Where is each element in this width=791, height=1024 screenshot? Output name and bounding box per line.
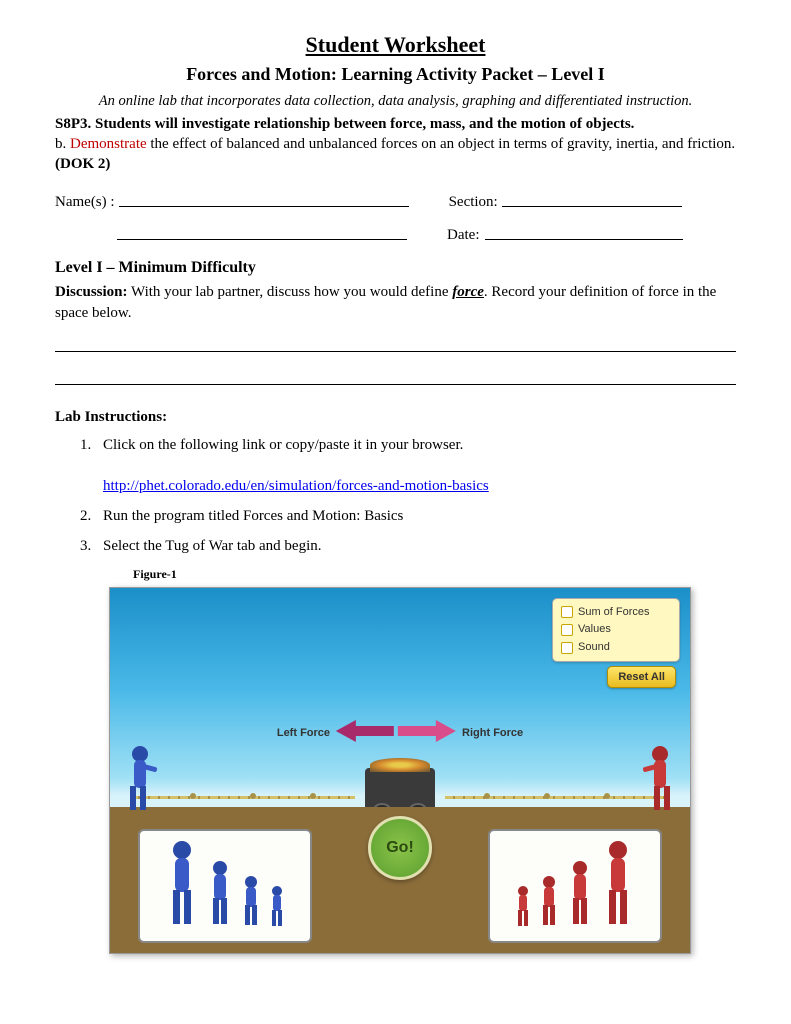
blue-puller-icon[interactable] xyxy=(239,876,263,934)
blue-puller-icon[interactable] xyxy=(163,840,201,934)
standard-line: S8P3. Students will investigate relation… xyxy=(55,114,736,175)
left-force-label: Left Force xyxy=(277,726,330,741)
section-blank[interactable] xyxy=(502,192,682,207)
section-label: Section: xyxy=(449,192,498,212)
rope-left xyxy=(130,796,355,799)
discussion-block: Discussion: With your lab partner, discu… xyxy=(55,282,736,323)
option-sum-of-forces[interactable]: Sum of Forces xyxy=(561,605,671,620)
option-values[interactable]: Values xyxy=(561,622,671,637)
date-label: Date: xyxy=(447,225,479,245)
instruction-3: Select the Tug of War tab and begin. xyxy=(95,536,736,556)
names-label: Name(s) : xyxy=(55,192,115,212)
rope-knot xyxy=(250,793,256,799)
instruction-2: Run the program titled Forces and Motion… xyxy=(95,506,736,526)
instruction-list: Click on the following link or copy/past… xyxy=(95,435,736,556)
force-arrows-icon xyxy=(336,718,456,750)
sub-rest: the effect of balanced and unbalanced fo… xyxy=(147,136,736,152)
page-subtitle: Forces and Motion: Learning Activity Pac… xyxy=(55,62,736,86)
level-heading: Level I – Minimum Difficulty xyxy=(55,257,736,279)
step1-text: Click on the following link or copy/past… xyxy=(103,437,463,453)
instruction-1: Click on the following link or copy/past… xyxy=(95,435,736,496)
rope-knot xyxy=(190,793,196,799)
reset-all-button[interactable]: Reset All xyxy=(607,666,676,689)
force-indicator: Left Force Right Force xyxy=(277,718,523,750)
red-puller-icon[interactable] xyxy=(537,876,561,934)
phet-link[interactable]: http://phet.colorado.edu/en/simulation/f… xyxy=(103,478,489,494)
answer-line-1[interactable] xyxy=(55,337,736,352)
blue-puller-icon[interactable] xyxy=(267,886,287,934)
discussion-label: Discussion: xyxy=(55,284,128,300)
checkbox-icon xyxy=(561,624,573,636)
page-description: An online lab that incorporates data col… xyxy=(55,92,736,112)
force-word: force xyxy=(452,284,484,300)
dok-label: (DOK 2) xyxy=(55,156,110,172)
discussion-text-1: With your lab partner, discuss how you w… xyxy=(128,284,453,300)
checkbox-icon xyxy=(561,606,573,618)
standard-code: S8P3. Students will investigate relation… xyxy=(55,116,634,132)
date-blank[interactable] xyxy=(485,225,683,240)
options-panel: Sum of Forces Values Sound xyxy=(552,598,680,663)
blue-team-bench xyxy=(138,829,312,943)
rope-right xyxy=(445,796,670,799)
checkbox-icon xyxy=(561,642,573,654)
option-sound[interactable]: Sound xyxy=(561,640,671,655)
rope-knot xyxy=(310,793,316,799)
answer-line-2[interactable] xyxy=(55,370,736,385)
red-team-bench xyxy=(488,829,662,943)
opt3-label: Sound xyxy=(578,640,610,655)
go-button[interactable]: Go! xyxy=(368,816,432,880)
names-blank-2[interactable] xyxy=(117,225,407,240)
demonstrate-word: Demonstrate xyxy=(70,136,147,152)
figure-label: Figure-1 xyxy=(133,566,736,582)
rope-knot xyxy=(604,793,610,799)
rope-knot xyxy=(544,793,550,799)
sub-prefix: b. xyxy=(55,136,70,152)
lab-instructions-heading: Lab Instructions: xyxy=(55,407,736,427)
rope-knot xyxy=(484,793,490,799)
blue-puller-icon[interactable] xyxy=(205,860,235,934)
page-title: Student Worksheet xyxy=(55,30,736,60)
red-puller-icon[interactable] xyxy=(565,860,595,934)
right-force-label: Right Force xyxy=(462,726,523,741)
opt1-label: Sum of Forces xyxy=(578,605,650,620)
red-puller-icon[interactable] xyxy=(513,886,533,934)
names-blank-1[interactable] xyxy=(119,192,409,207)
red-puller-icon[interactable] xyxy=(599,840,637,934)
opt2-label: Values xyxy=(578,622,611,637)
student-fields: Name(s) : Section: Date: xyxy=(55,192,736,245)
simulation-screenshot: Sum of Forces Values Sound Reset All Lef… xyxy=(109,587,691,954)
